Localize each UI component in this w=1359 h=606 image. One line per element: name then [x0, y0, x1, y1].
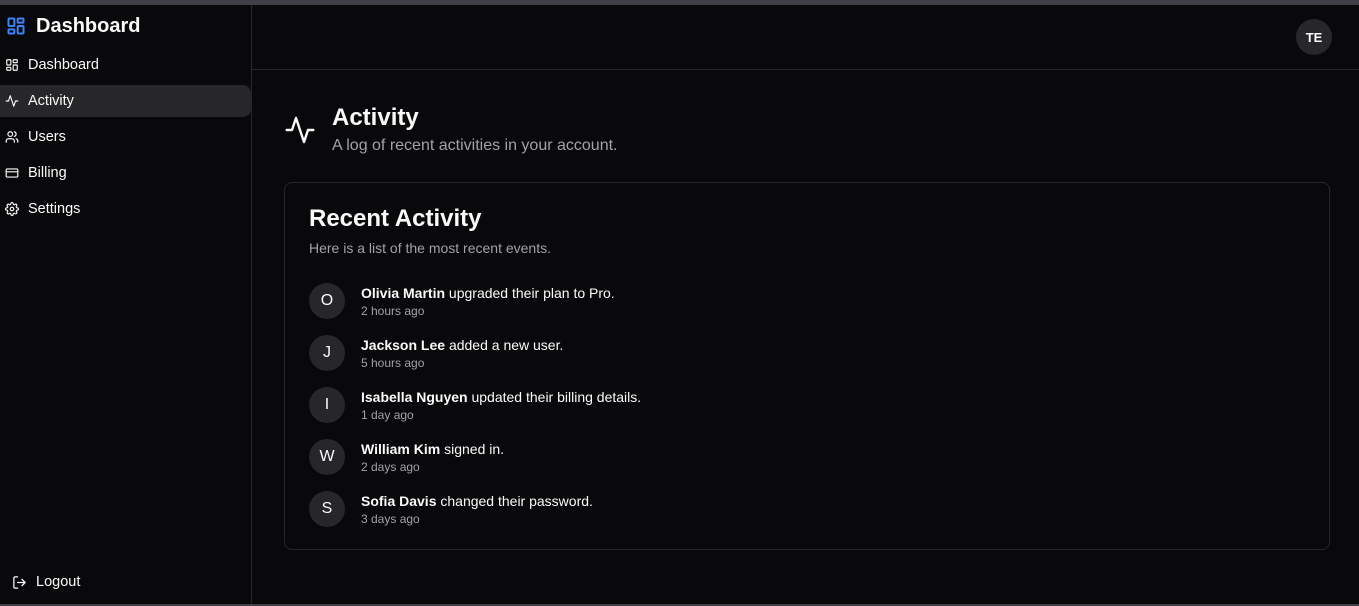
- event-action: signed in.: [440, 440, 505, 457]
- event-action: added a new user.: [445, 336, 564, 353]
- event-user: William Kim: [361, 440, 441, 457]
- sidebar-item-label: Users: [28, 129, 66, 145]
- card-title: Recent Activity: [309, 205, 482, 232]
- logout-button[interactable]: Logout: [12, 574, 80, 590]
- app-shell: Dashboard Dashboard Activity Users Billi…: [0, 5, 1359, 604]
- logout-label: Logout: [36, 574, 81, 590]
- sidebar-item-billing[interactable]: Billing: [0, 157, 251, 189]
- main-content: TE Activity A log of recent activities i…: [252, 5, 1359, 604]
- event-time: 2 days ago: [361, 459, 420, 474]
- event-time: 5 hours ago: [361, 355, 425, 370]
- layout-grid-icon: [6, 59, 18, 71]
- activity-icon: [5, 95, 19, 107]
- sidebar-item-settings[interactable]: Settings: [0, 193, 251, 225]
- card-subtitle: Here is a list of the most recent events…: [309, 240, 551, 256]
- user-avatar[interactable]: TE: [1296, 19, 1332, 55]
- event-user: Isabella Nguyen: [361, 388, 468, 405]
- avatar: I: [309, 387, 345, 423]
- recent-activity-card: Recent Activity Here is a list of the mo…: [284, 182, 1330, 550]
- list-item: O Olivia Martin upgraded their plan to P…: [309, 275, 1305, 327]
- brand[interactable]: Dashboard: [0, 5, 251, 47]
- sidebar-item-label: Settings: [28, 201, 81, 217]
- sidebar: Dashboard Dashboard Activity Users Billi…: [0, 5, 252, 604]
- event-time: 3 days ago: [361, 511, 420, 526]
- page-subtitle: A log of recent activities in your accou…: [332, 137, 618, 154]
- sidebar-item-activity[interactable]: Activity: [0, 85, 251, 117]
- sidebar-item-label: Activity: [28, 93, 74, 109]
- event-time: 2 hours ago: [361, 303, 425, 318]
- sidebar-item-label: Billing: [28, 165, 67, 181]
- sidebar-item-label: Dashboard: [28, 57, 99, 73]
- event-user: Sofia Davis: [361, 492, 437, 509]
- event-action: changed their password.: [436, 492, 593, 509]
- avatar: S: [309, 491, 345, 527]
- avatar: W: [309, 439, 345, 475]
- brand-title: Dashboard: [36, 14, 141, 37]
- avatar: J: [309, 335, 345, 371]
- event-time: 1 day ago: [361, 407, 414, 422]
- list-item: J Jackson Lee added a new user. 5 hours …: [309, 327, 1305, 379]
- event-action: updated their billing details.: [467, 388, 642, 405]
- logout-icon: [13, 575, 26, 589]
- event-user: Olivia Martin: [361, 284, 446, 301]
- list-item: I Isabella Nguyen updated their billing …: [309, 379, 1305, 431]
- gear-icon: [5, 202, 19, 216]
- sidebar-nav: Dashboard Activity Users Billing Setting…: [0, 49, 251, 225]
- list-item: W William Kim signed in. 2 days ago: [309, 431, 1305, 483]
- sidebar-item-dashboard[interactable]: Dashboard: [0, 49, 251, 81]
- avatar: O: [309, 283, 345, 319]
- page-header: Activity A log of recent activities in y…: [284, 105, 617, 155]
- top-header: TE: [252, 5, 1359, 70]
- activity-list: O Olivia Martin upgraded their plan to P…: [309, 275, 1305, 535]
- event-user: Jackson Lee: [361, 336, 446, 353]
- activity-icon: [285, 116, 315, 144]
- sidebar-item-users[interactable]: Users: [0, 121, 251, 153]
- list-item: S Sofia Davis changed their password. 3 …: [309, 483, 1305, 535]
- users-icon: [5, 131, 19, 143]
- page-title: Activity: [332, 104, 419, 131]
- layout-grid-icon: [7, 17, 25, 35]
- event-action: upgraded their plan to Pro.: [445, 284, 615, 301]
- credit-card-icon: [5, 168, 19, 178]
